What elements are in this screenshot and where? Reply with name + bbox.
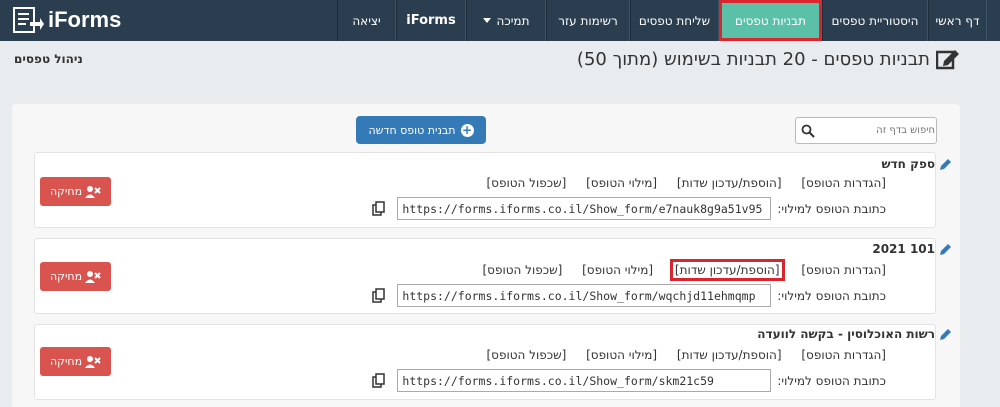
nav-forms-history[interactable]: היסטוריית טפסים xyxy=(822,0,928,41)
plus-circle-icon: + xyxy=(460,122,474,137)
remove-user-icon xyxy=(85,270,101,283)
manage-forms-link[interactable]: ניהול טפסים xyxy=(14,52,83,66)
search-input[interactable] xyxy=(815,125,935,136)
form-settings-link[interactable]: [הגדרות הטופס] xyxy=(801,263,886,277)
edit-fields-link[interactable]: [הוספת/עדכון שדות] xyxy=(677,176,782,190)
form-url-row: כתובת הטופס למילוי: https://forms.iforms… xyxy=(397,369,886,392)
nav-form-templates[interactable]: תבניות טפסים xyxy=(719,0,822,41)
fill-form-link[interactable]: [מילוי הטופס] xyxy=(582,263,653,277)
form-url-row: כתובת הטופס למילוי: https://forms.iforms… xyxy=(397,284,886,307)
form-settings-link[interactable]: [הגדרות הטופס] xyxy=(801,348,886,362)
duplicate-form-link[interactable]: [שכפול הטופס] xyxy=(486,348,566,362)
search-box[interactable] xyxy=(795,117,937,144)
duplicate-form-link[interactable]: [שכפול הטופס] xyxy=(486,176,566,190)
pencil-icon xyxy=(940,158,951,170)
nav-support[interactable]: תמיכה xyxy=(466,0,546,41)
fill-form-link[interactable]: [מילוי הטופס] xyxy=(586,176,657,190)
form-settings-link[interactable]: [הגדרות הטופס] xyxy=(801,176,886,190)
copy-icon[interactable] xyxy=(372,201,385,216)
remove-user-icon xyxy=(85,355,101,368)
form-title[interactable]: רשות האוכלוסין - בקשה לוועדה xyxy=(757,327,952,341)
page-title-text: תבניות טפסים - 20 תבניות בשימוש (מתוך 50… xyxy=(576,48,930,70)
form-url-field[interactable]: https://forms.iforms.co.il/Show_form/skm… xyxy=(397,369,772,392)
duplicate-form-link[interactable]: [שכפול הטופס] xyxy=(482,263,562,277)
edit-fields-link[interactable]: [הוספת/עדכון שדות] xyxy=(677,348,782,362)
new-template-label: תבנית טופס חדשה xyxy=(368,123,456,137)
brand-logo[interactable]: iForms xyxy=(12,6,121,34)
form-title[interactable]: ספק חדש xyxy=(882,157,952,171)
form-url-label: כתובת הטופס למילוי: xyxy=(777,373,886,388)
new-template-button[interactable]: + תבנית טופס חדשה xyxy=(356,116,486,144)
remove-user-icon xyxy=(85,185,101,198)
form-url-label: כתובת הטופס למילוי: xyxy=(777,288,886,303)
search-icon xyxy=(801,124,815,138)
nav-iforms[interactable]: iForms xyxy=(396,0,466,41)
pencil-icon xyxy=(940,328,951,340)
form-title[interactable]: 101 2021 xyxy=(872,242,952,256)
delete-button[interactable]: מחיקה xyxy=(40,262,111,291)
copy-icon[interactable] xyxy=(372,288,385,303)
brand-name: iForms xyxy=(48,7,122,32)
nav-support-label: תמיכה xyxy=(496,13,530,28)
caret-down-icon xyxy=(482,18,491,23)
copy-icon[interactable] xyxy=(372,373,385,388)
nav-logout[interactable]: יציאה xyxy=(337,0,396,41)
delete-button[interactable]: מחיקה xyxy=(40,347,111,376)
form-actions: [הגדרות הטופס] [הוספת/עדכון שדות] [מילוי… xyxy=(466,259,886,281)
edit-fields-link[interactable]: [הוספת/עדכון שדות] xyxy=(669,259,785,281)
form-logo-icon xyxy=(13,7,44,33)
top-navbar: iForms דף ראשי היסטוריית טפסים תבניות טפ… xyxy=(0,0,1000,41)
fill-form-link[interactable]: [מילוי הטופס] xyxy=(586,348,657,362)
form-url-row: כתובת הטופס למילוי: https://forms.iforms… xyxy=(397,197,886,220)
form-url-field[interactable]: https://forms.iforms.co.il/Show_form/e7n… xyxy=(397,197,772,220)
delete-button[interactable]: מחיקה xyxy=(40,177,111,206)
edit-icon xyxy=(936,50,959,70)
form-url-label: כתובת הטופס למילוי: xyxy=(777,201,886,216)
nav-send-forms[interactable]: שליחת טפסים xyxy=(630,0,719,41)
page-title: תבניות טפסים - 20 תבניות בשימוש (מתוך 50… xyxy=(577,48,960,70)
pencil-icon xyxy=(940,243,951,255)
form-actions: [הגדרות הטופס] [הוספת/עדכון שדות] [מילוי… xyxy=(470,176,886,190)
nav-helper-lists[interactable]: רשימות עזר xyxy=(546,0,630,41)
form-url-field[interactable]: https://forms.iforms.co.il/Show_form/wqc… xyxy=(397,284,772,307)
nav-home[interactable]: דף ראשי xyxy=(928,0,987,41)
form-actions: [הגדרות הטופס] [הוספת/עדכון שדות] [מילוי… xyxy=(470,348,886,362)
main-nav: דף ראשי היסטוריית טפסים תבניות טפסים שלי… xyxy=(293,0,987,41)
